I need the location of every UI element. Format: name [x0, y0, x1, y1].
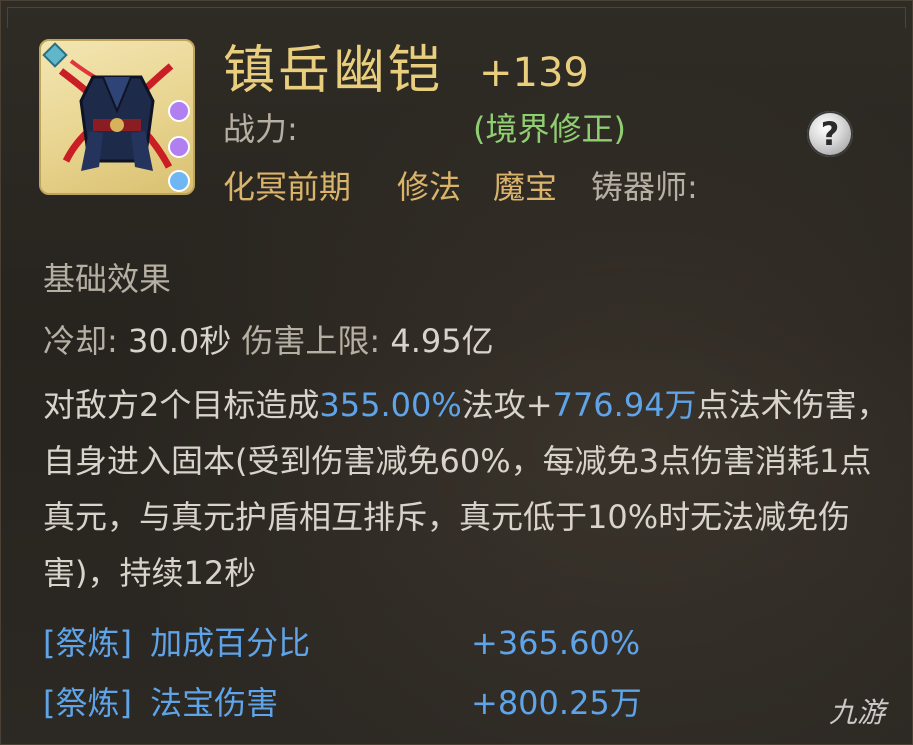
- refine-label: 法宝伤害: [150, 684, 279, 722]
- effects-heading: 基础效果: [43, 260, 172, 298]
- desc-part-1: 对敌方2个目标造成: [43, 386, 320, 424]
- stats-line: 冷却: 30.0秒 伤害上限: 4.95亿: [43, 319, 494, 363]
- refine-label: 加成百分比: [150, 624, 311, 662]
- item-name: 镇岳幽铠: [223, 41, 444, 101]
- refine-row: [祭炼] 加成百分比: [43, 621, 310, 665]
- watermark-logo: 九游: [829, 696, 886, 729]
- desc-flat: 776.94万: [552, 386, 697, 424]
- refine-value: +365.60%: [471, 624, 641, 662]
- desc-part-2: 法攻+: [461, 386, 553, 424]
- refine-tag: [祭炼]: [43, 624, 132, 662]
- power-label: 战力:: [223, 110, 298, 148]
- damage-cap-label: 伤害上限:: [241, 322, 381, 360]
- item-level: +139: [479, 50, 589, 96]
- help-icon[interactable]: ?: [807, 111, 853, 157]
- maker-label: 铸器师:: [591, 168, 698, 206]
- path-tag: 修法: [397, 168, 462, 206]
- refine-row: [祭炼] 法宝伤害: [43, 681, 278, 725]
- power-note: (境界修正): [473, 110, 626, 148]
- cooldown-label: 冷却:: [43, 322, 118, 360]
- realm-tag: 化冥前期: [223, 168, 352, 206]
- armor-icon: [39, 39, 195, 195]
- refine-value: +800.25万: [471, 684, 642, 722]
- type-tag: 魔宝: [493, 168, 558, 206]
- desc-percent: 355.00%: [319, 386, 462, 424]
- cooldown-value: 30.0秒: [127, 322, 232, 360]
- item-tooltip-panel: 镇岳幽铠 +139 战力: (境界修正) ? 化冥前期 修法 魔宝 铸器师: 基…: [0, 0, 913, 745]
- damage-cap-value: 4.95亿: [390, 322, 494, 360]
- refine-tag: [祭炼]: [43, 684, 132, 722]
- ornate-frame: [7, 7, 906, 28]
- effect-description: 对敌方2个目标造成355.00%法攻+776.94万点法术伤害，自身进入固本(受…: [43, 377, 893, 601]
